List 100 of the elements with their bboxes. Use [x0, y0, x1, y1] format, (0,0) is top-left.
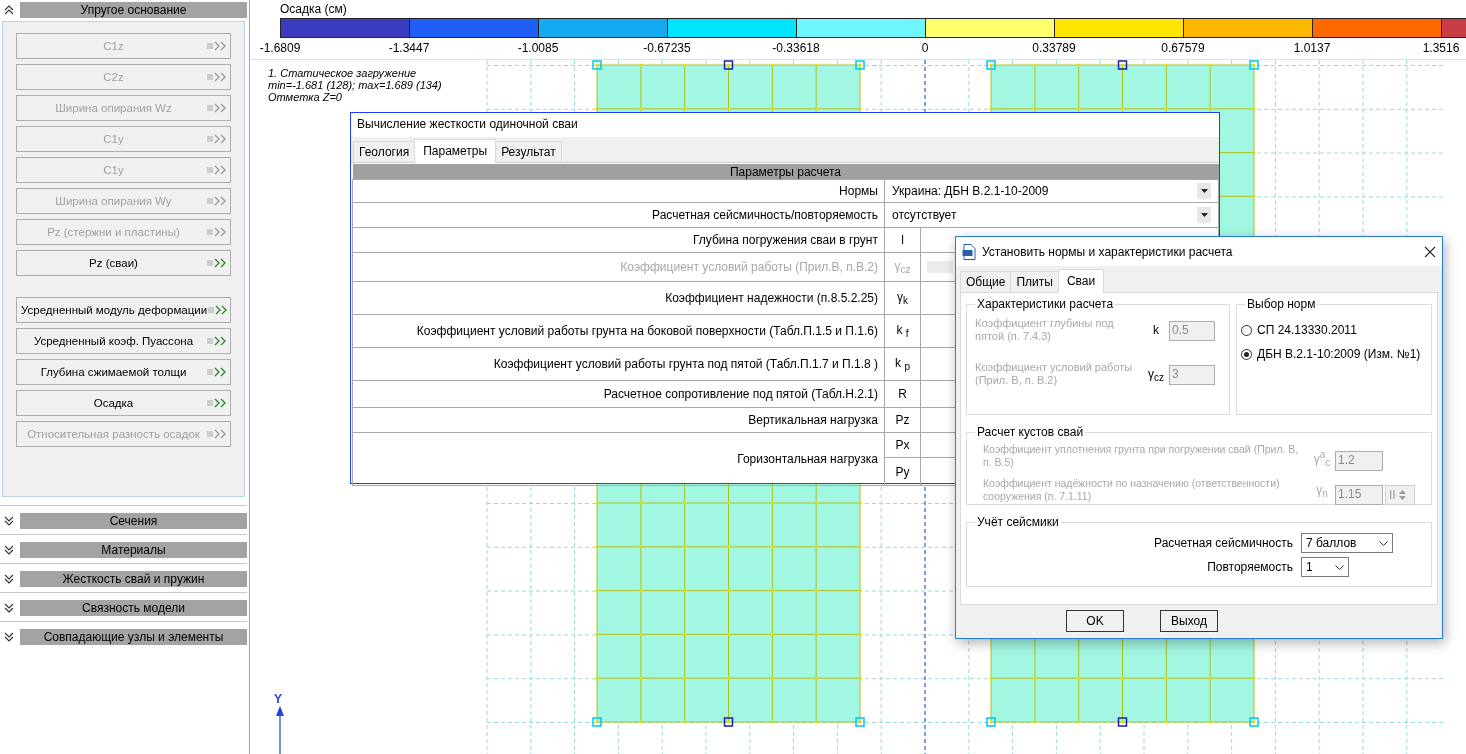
row-label: Коэффициент надежности (п.8.5.2.25) — [352, 281, 885, 315]
symbol-label: γ$_{n}$ — [1315, 482, 1329, 500]
scale-value: -1.3447 — [388, 41, 430, 55]
document-icon — [962, 243, 976, 260]
scale-value: -1.6809 — [259, 41, 301, 55]
symbol-cell: l — [884, 227, 921, 253]
radio-button[interactable] — [1241, 324, 1252, 336]
field-label: Коэффициент условий работы (Прил. В, п. В.2) — [975, 361, 1134, 387]
dropdown-field[interactable]: 1 — [1301, 557, 1349, 577]
symbol-cell: γ$_{k}$ — [884, 281, 921, 315]
tool-button[interactable]: Осадка — [16, 390, 231, 416]
chevrons-icon — [206, 429, 227, 439]
section-header[interactable]: Связность модели — [20, 599, 247, 616]
row-label: Глубина погружения сваи в грунт — [352, 227, 885, 253]
scale-value: -1.0085 — [517, 41, 559, 55]
tab[interactable]: Геология — [353, 141, 416, 162]
chevrons-icon — [206, 72, 227, 82]
dialog-button[interactable]: OK — [1066, 610, 1124, 632]
tab[interactable]: Результат — [495, 141, 562, 162]
chevrons-icon — [207, 305, 229, 315]
tab[interactable]: Общие — [960, 271, 1012, 292]
chevrons-icon — [206, 41, 227, 51]
field-label: Коэффициент уплотнения грунта при погружении свай (Прил. В, п. В.5) — [982, 443, 1300, 469]
axis-label: Y — [274, 692, 282, 706]
tool-button[interactable]: Pz (сваи) — [16, 250, 231, 276]
row-label: Нормы — [352, 179, 885, 203]
expand-icon[interactable] — [4, 544, 14, 555]
tab[interactable]: Параметры — [414, 139, 497, 163]
field-label: Повторяемость — [1207, 560, 1293, 574]
expand-icon[interactable] — [4, 631, 14, 642]
y-axis-drawing — [276, 706, 284, 754]
scale-value: 0.67579 — [1161, 41, 1205, 55]
load-info-text: 1. Статическое загружение — [268, 67, 418, 79]
group-title: Расчет кустов свай — [976, 425, 1085, 439]
tool-button[interactable]: Усредненный модуль деформации — [16, 297, 231, 323]
symbol-cell: Px — [884, 432, 921, 458]
radio-label[interactable]: СП 24.13330.2011 — [1257, 323, 1357, 337]
chevrons-icon — [206, 367, 227, 377]
chevrons-icon — [206, 134, 227, 144]
dropdown-field[interactable]: 7 баллов — [1301, 533, 1393, 553]
expand-icon[interactable] — [4, 515, 14, 526]
load-info-text: Отметка Z=0 — [268, 91, 343, 103]
section-header[interactable]: Материалы — [20, 541, 247, 558]
expand-icon[interactable] — [4, 573, 14, 584]
symbol-cell: γ$_{cz}$ — [884, 252, 921, 282]
radio-button[interactable] — [1241, 348, 1252, 360]
field-label: Коэффициент глубины под пятой (п. 7.4.3) — [975, 317, 1115, 343]
field-label: Расчетная сейсмичность — [1154, 536, 1293, 550]
group-title: Выбор норм — [1246, 297, 1317, 311]
row-label: Коэффициент условий работы грунта на боковой поверхности (Табл.П.1.5 и П.1.6) — [352, 314, 885, 348]
tab[interactable]: Сваи — [1057, 269, 1105, 293]
group-title: Учёт сейсмики — [976, 515, 1060, 529]
scale-value: -0.33618 — [772, 41, 820, 55]
scale-value: 0 — [921, 41, 929, 55]
caret-icon — [1200, 213, 1208, 217]
radio-label[interactable]: ДБН В.2.1-10:2009 (Изм. №1) — [1257, 347, 1421, 361]
section-header[interactable]: Упругое основание — [20, 2, 247, 18]
tool-button[interactable]: Усредненный коэф. Пуассона — [16, 328, 231, 354]
symbol-cell: Py — [884, 457, 921, 486]
chevrons-icon — [206, 336, 227, 346]
close-icon[interactable] — [1424, 245, 1436, 258]
row-label: Расчетная сейсмичность/повторяемость — [352, 202, 885, 228]
caret-icon — [1200, 189, 1208, 193]
chevrons-icon — [206, 165, 227, 175]
chevrons-icon — [206, 258, 227, 268]
row-label: Коэффициент условий работы грунта под пятой (Табл.П.1.7 и П.1.8 ) — [352, 347, 885, 381]
dialog-title: Вычисление жесткости одиночной сваи — [356, 116, 579, 133]
symbol-label: k — [1152, 322, 1160, 337]
field-label: Коэффициент надёжности по назначению (ответственности) сооружения (п. 7.1.11) — [982, 477, 1281, 503]
section-header[interactable]: Сечения — [20, 512, 247, 529]
chevrons-icon — [206, 196, 227, 206]
symbol-cell: k $_{f}$ — [884, 314, 921, 348]
load-info-text: min=-1.681 (128); max=1.689 (134) — [268, 79, 442, 91]
dialog-title: Установить нормы и характеристики расчета — [982, 244, 1234, 259]
group-title: Характеристики расчета — [976, 297, 1115, 311]
expand-icon[interactable] — [4, 602, 14, 613]
input-field[interactable] — [927, 261, 953, 273]
collapse-icon[interactable] — [4, 5, 14, 15]
row-label: Вертикальная нагрузка — [352, 407, 885, 433]
section-header[interactable]: Совпадающие узлы и элементы — [20, 628, 247, 645]
chevrons-icon — [206, 227, 227, 237]
scale-value: -0.67235 — [643, 41, 691, 55]
row-label: Расчетное сопротивление под пятой (Табл.Н.2.1) — [352, 380, 885, 408]
row-label: Коэффициент условий работы (Прил.В, п.В.2) — [352, 252, 885, 282]
chevrons-icon — [206, 103, 227, 113]
symbol-cell: k $_{p}$ — [884, 347, 921, 381]
scale-value: 0.33789 — [1032, 41, 1076, 55]
dialog-button[interactable]: Выход — [1160, 610, 1218, 632]
scale-title: Осадка (см) — [280, 2, 347, 16]
symbol-cell: R — [884, 380, 921, 408]
symbol-label: γ$_{cz}$ — [1147, 366, 1165, 384]
section-header[interactable]: Жесткость свай и пружин — [20, 570, 247, 587]
row-label: Горизонтальная нагрузка — [352, 432, 885, 486]
chevron-down-icon — [1335, 564, 1344, 570]
chevrons-icon — [206, 398, 227, 408]
tool-button[interactable]: Глубина сжимаемой толщи — [16, 359, 231, 385]
table-header: Параметры расчета — [352, 164, 1219, 180]
chevron-down-icon — [1379, 540, 1388, 546]
scale-value: 1.3516 — [1422, 41, 1460, 55]
symbol-cell: Pz — [884, 407, 921, 433]
